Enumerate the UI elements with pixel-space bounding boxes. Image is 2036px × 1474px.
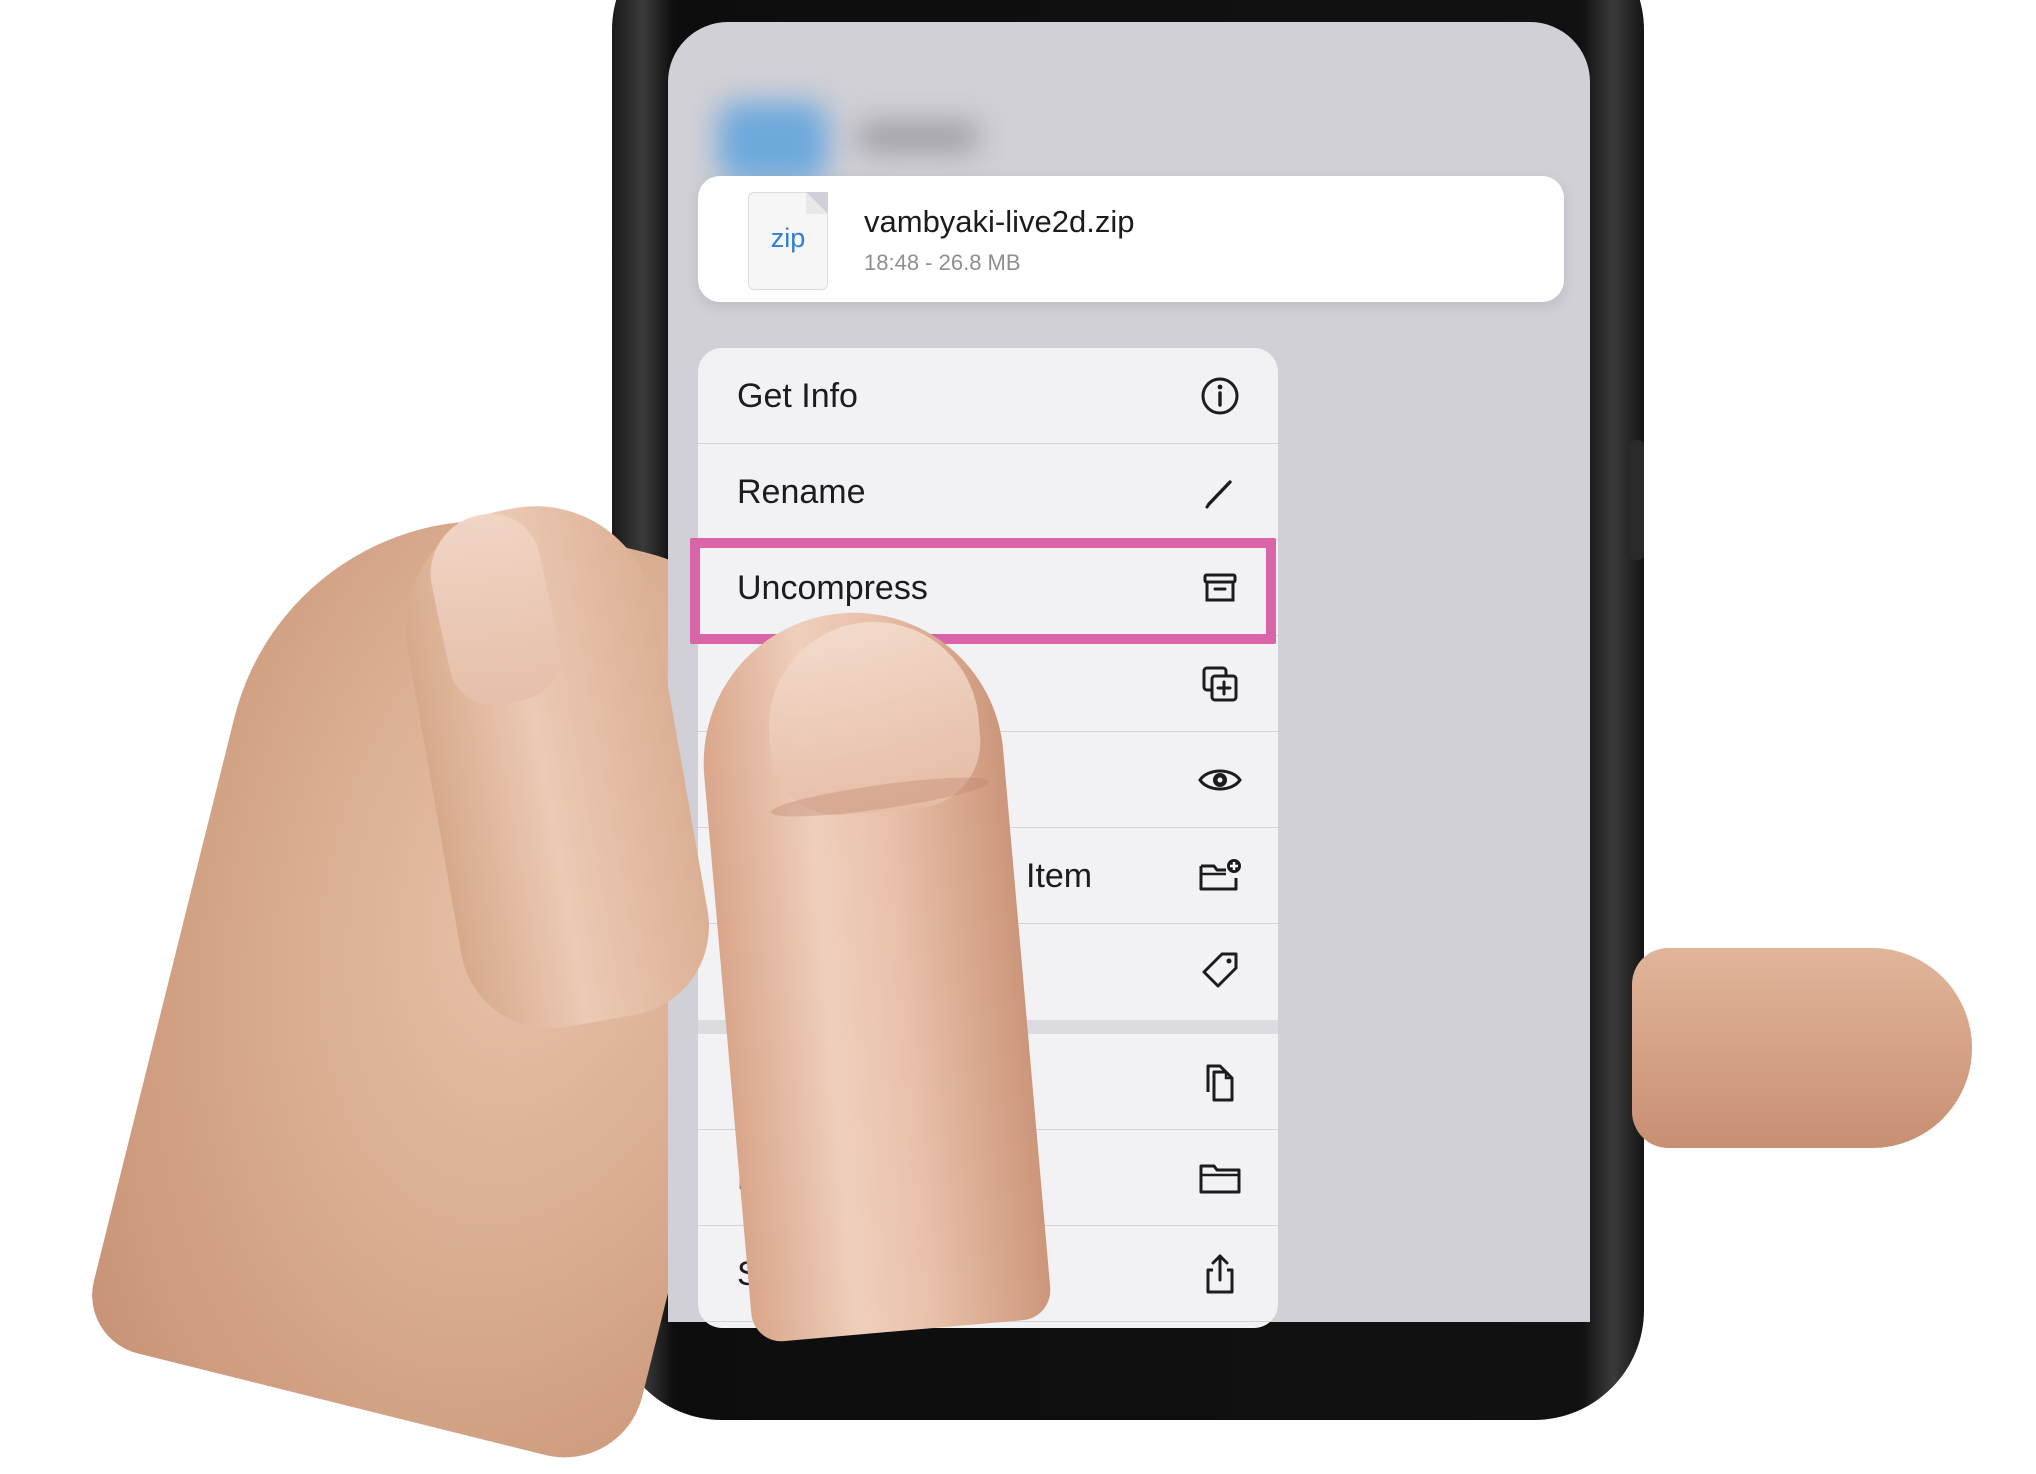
phone-side-button (1630, 440, 1644, 560)
folder-icon (1196, 1154, 1244, 1202)
menu-item-label: Rename (737, 473, 866, 511)
file-name: vambyaki-live2d.zip (864, 204, 1135, 239)
eye-icon (1196, 756, 1244, 804)
pencil-icon (1196, 468, 1244, 516)
info-icon (1196, 372, 1244, 420)
zip-file-icon: zip (748, 192, 828, 290)
file-meta: 18:48 - 26.8 MB (864, 250, 1021, 275)
menu-item-rename[interactable]: Rename (698, 444, 1278, 540)
zip-file-icon-label: zip (770, 223, 806, 253)
menu-item-get-info[interactable]: Get Info (698, 348, 1278, 444)
menu-item-label: Get Info (737, 377, 858, 415)
copy-icon (1196, 1058, 1244, 1106)
hand-finger-right (1632, 948, 1972, 1148)
share-icon (1196, 1250, 1244, 1298)
menu-item-label: Item (1026, 857, 1093, 895)
tag-icon (1196, 948, 1244, 996)
duplicate-icon (1196, 660, 1244, 708)
file-preview-card[interactable]: zip vambyaki-live2d.zip 18:48 - 26.8 MB (698, 176, 1564, 302)
new-folder-icon (1196, 852, 1244, 900)
uncompress-highlight-box (690, 538, 1276, 644)
